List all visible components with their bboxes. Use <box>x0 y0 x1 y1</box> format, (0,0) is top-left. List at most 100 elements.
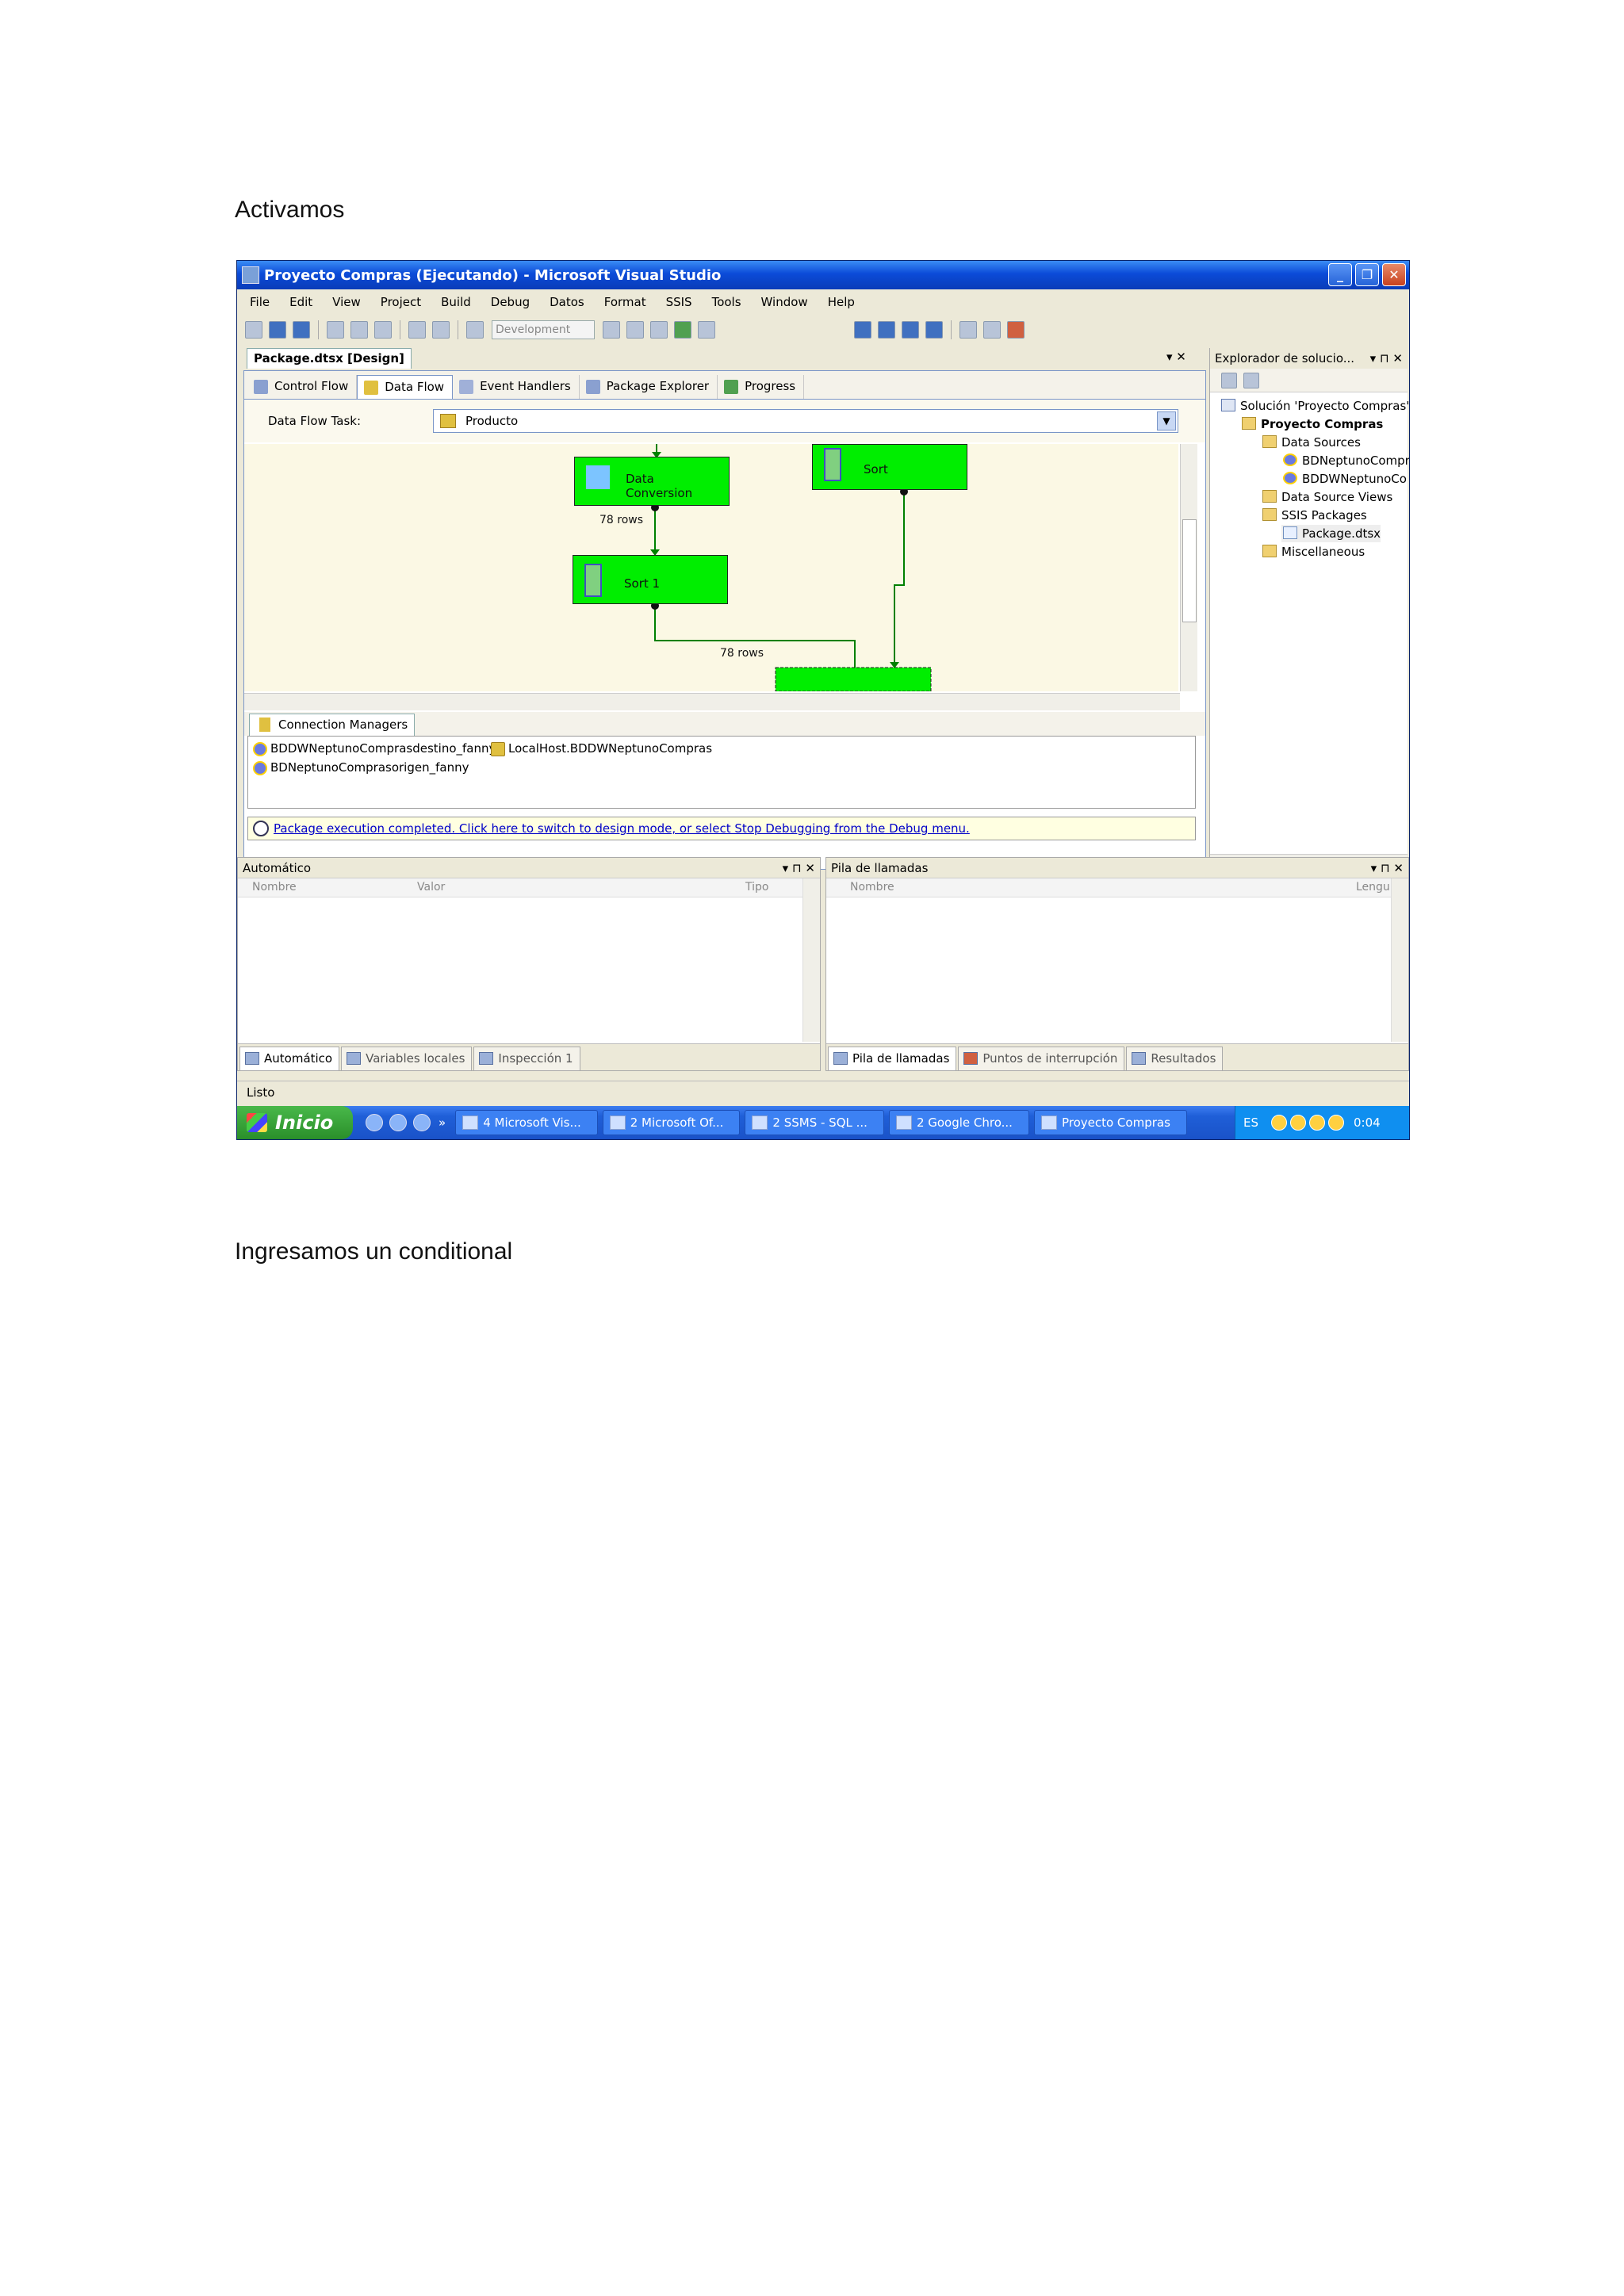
language-indicator[interactable]: ES <box>1243 1115 1258 1130</box>
window-icon[interactable] <box>698 321 715 339</box>
tab-variables-locales[interactable]: Variables locales <box>341 1047 473 1070</box>
chrome-icon[interactable] <box>389 1114 407 1131</box>
menu-build[interactable]: Build <box>441 295 471 309</box>
tab-resultados[interactable]: Resultados <box>1126 1047 1224 1070</box>
properties-icon[interactable] <box>626 321 644 339</box>
redo-icon[interactable] <box>432 321 450 339</box>
menu-format[interactable]: Format <box>604 295 646 309</box>
tab-puntos-de-interrupcion[interactable]: Puntos de interrupción <box>958 1047 1125 1070</box>
menu-tools[interactable]: Tools <box>712 295 741 309</box>
copy-icon[interactable] <box>350 321 368 339</box>
paste-icon[interactable] <box>374 321 392 339</box>
tree-data-source[interactable]: BDNeptunoCompr <box>1281 452 1409 469</box>
data-flow-task-select[interactable]: Producto ▼ <box>433 409 1178 433</box>
breakpoint-icon[interactable] <box>1007 321 1025 339</box>
connection-item[interactable]: LocalHost.BDDWNeptunoCompras <box>489 741 712 756</box>
new-project-icon[interactable] <box>245 321 262 339</box>
maximize-button[interactable]: ❐ <box>1355 263 1379 286</box>
taskbar-item[interactable]: 4 Microsoft Vis... <box>455 1110 598 1135</box>
security-icon[interactable] <box>1290 1115 1306 1131</box>
menu-window[interactable]: Window <box>761 295 808 309</box>
continue-icon[interactable] <box>854 321 871 339</box>
show-all-files-icon[interactable] <box>1243 372 1259 388</box>
properties-icon[interactable] <box>1221 372 1237 388</box>
browser-icon[interactable] <box>413 1114 431 1131</box>
ie-icon[interactable] <box>366 1114 383 1131</box>
tree-project[interactable]: Proyecto Compras <box>1240 415 1383 433</box>
tree-data-sources[interactable]: Data Sources <box>1261 434 1361 451</box>
pause-icon[interactable] <box>878 321 895 339</box>
data-conversion-node[interactable]: Data Conversion <box>574 457 730 506</box>
taskbar-item[interactable]: 2 Google Chro... <box>888 1110 1029 1135</box>
sort-1-node[interactable]: Sort 1 <box>573 555 728 604</box>
tree-data-source-views[interactable]: Data Source Views <box>1261 488 1392 506</box>
solution-explorer-controls[interactable]: ▾ ⊓ ✕ <box>1370 348 1403 369</box>
tree-solution[interactable]: Solución 'Proyecto Compras' ( <box>1220 397 1409 415</box>
call-stack-pane-controls[interactable]: ▾ ⊓ ✕ <box>1371 858 1404 878</box>
column-nombre[interactable]: Nombre <box>252 881 297 894</box>
menu-file[interactable]: File <box>250 295 270 309</box>
update-icon[interactable] <box>1328 1115 1344 1131</box>
save-all-icon[interactable] <box>293 321 310 339</box>
breakpoint-window-icon[interactable] <box>983 321 1001 339</box>
restart-icon[interactable] <box>925 321 943 339</box>
package-design-tab[interactable]: Package.dtsx [Design] <box>247 348 412 369</box>
column-nombre[interactable]: Nombre <box>850 881 894 894</box>
taskbar-item[interactable]: Proyecto Compras <box>1033 1110 1187 1135</box>
start-icon[interactable] <box>466 321 484 339</box>
start-button[interactable]: Inicio <box>237 1106 353 1139</box>
network-icon[interactable] <box>1271 1115 1287 1131</box>
chevron-down-icon[interactable]: ▼ <box>1157 411 1176 430</box>
tab-progress[interactable]: Progress <box>718 375 805 399</box>
connection-item[interactable]: BDNeptunoComprasorigen_fanny <box>251 760 469 775</box>
tab-pila-de-llamadas[interactable]: Pila de llamadas <box>828 1047 957 1070</box>
close-button[interactable]: ✕ <box>1382 263 1406 286</box>
menu-view[interactable]: View <box>332 295 361 309</box>
menu-datos[interactable]: Datos <box>550 295 584 309</box>
tree-ssis-packages[interactable]: SSIS Packages <box>1261 507 1367 524</box>
taskbar-item[interactable]: 2 Microsoft Of... <box>602 1110 741 1135</box>
tree-miscellaneous[interactable]: Miscellaneous <box>1261 543 1365 561</box>
tab-event-handlers[interactable]: Event Handlers <box>453 375 580 399</box>
toolbox-icon[interactable] <box>650 321 668 339</box>
step-icon[interactable] <box>959 321 977 339</box>
save-icon[interactable] <box>269 321 286 339</box>
cut-icon[interactable] <box>327 321 344 339</box>
canvas-horizontal-scrollbar[interactable] <box>244 693 1180 710</box>
sort-node[interactable]: Sort <box>812 444 967 490</box>
tab-data-flow[interactable]: Data Flow <box>357 375 454 399</box>
undo-icon[interactable] <box>408 321 426 339</box>
volume-icon[interactable] <box>1309 1115 1325 1131</box>
autos-pane-controls[interactable]: ▾ ⊓ ✕ <box>783 858 815 878</box>
menu-project[interactable]: Project <box>381 295 421 309</box>
tree-data-source[interactable]: BDDWNeptunoCo <box>1281 470 1407 488</box>
tab-automatico[interactable]: Automático <box>239 1047 340 1070</box>
deploy-icon[interactable] <box>674 321 691 339</box>
minimize-button[interactable]: _ <box>1328 263 1352 286</box>
find-icon[interactable] <box>603 321 620 339</box>
canvas-vertical-scrollbar[interactable] <box>1180 444 1197 691</box>
column-tipo[interactable]: Tipo <box>745 881 768 894</box>
execution-complete-link[interactable]: Package execution completed. Click here … <box>247 817 1196 840</box>
connection-managers-tab[interactable]: Connection Managers <box>249 714 416 736</box>
tab-control-flow[interactable]: Control Flow <box>247 375 358 399</box>
document-tab-controls[interactable]: ▾ ✕ <box>1166 350 1186 364</box>
tab-package-explorer[interactable]: Package Explorer <box>580 375 718 399</box>
stop-icon[interactable] <box>902 321 919 339</box>
taskbar-item[interactable]: 2 SSMS - SQL ... <box>745 1110 884 1135</box>
chevron-right-icon[interactable]: » <box>439 1115 446 1130</box>
autos-scrollbar[interactable] <box>802 878 820 1042</box>
menu-edit[interactable]: Edit <box>289 295 312 309</box>
solution-configuration-combo[interactable]: Development <box>492 320 595 339</box>
data-flow-canvas[interactable]: Data Conversion Sort 78 rows Sort 1 78 r… <box>244 444 1178 691</box>
menu-help[interactable]: Help <box>828 295 855 309</box>
tab-inspeccion[interactable]: Inspección 1 <box>473 1047 580 1070</box>
merge-join-node[interactable] <box>775 667 932 691</box>
menu-debug[interactable]: Debug <box>491 295 530 309</box>
column-valor[interactable]: Valor <box>417 881 445 894</box>
column-lenguaje[interactable]: Lengu <box>1356 881 1390 894</box>
tree-package[interactable]: Package.dtsx <box>1281 525 1381 542</box>
menu-ssis[interactable]: SSIS <box>666 295 692 309</box>
call-stack-scrollbar[interactable] <box>1391 878 1408 1042</box>
connection-item[interactable]: BDDWNeptunoComprasdestino_fanny <box>251 741 496 756</box>
